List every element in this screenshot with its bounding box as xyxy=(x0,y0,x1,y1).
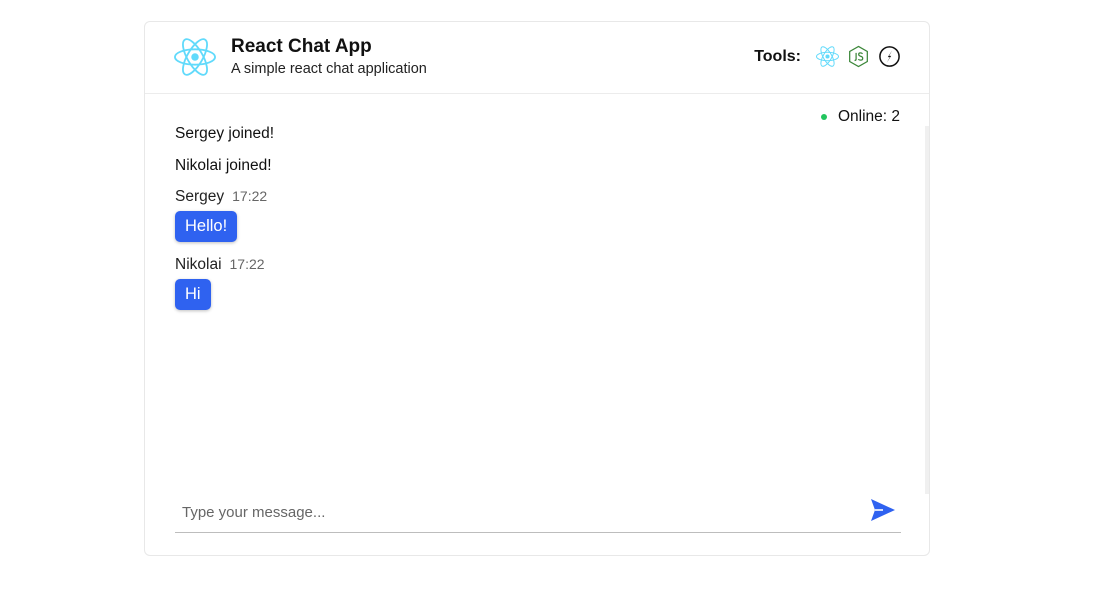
message-input[interactable] xyxy=(175,493,862,531)
messages-scrollbar[interactable] xyxy=(925,126,929,494)
message-bubble: Hello! xyxy=(175,211,238,242)
send-button[interactable] xyxy=(869,497,897,523)
message-time: 17:22 xyxy=(229,256,265,272)
message-author: Nikolai xyxy=(175,256,222,273)
chat-header: React Chat App A simple react chat appli… xyxy=(145,22,929,94)
message-header: Nikolai 17:22 xyxy=(175,256,855,278)
messages-list: Sergey joined! Nikolai joined! Sergey 17… xyxy=(175,124,855,324)
tools-bar: Tools: xyxy=(754,45,901,68)
message-author: Sergey xyxy=(175,188,225,205)
react-logo-icon xyxy=(174,38,216,76)
socketio-icon xyxy=(879,46,900,67)
chat-window: React Chat App A simple react chat appli… xyxy=(144,21,930,556)
tools-label: Tools: xyxy=(754,47,801,65)
chat-message: Nikolai 17:22 Hi xyxy=(175,256,855,310)
nodejs-icon xyxy=(849,45,868,68)
chat-message: Sergey 17:22 Hello! xyxy=(175,188,855,242)
app-title: React Chat App xyxy=(231,36,372,57)
message-bubble: Hi xyxy=(175,279,211,310)
message-time: 17:22 xyxy=(232,188,268,204)
app-subtitle: A simple react chat application xyxy=(231,61,427,77)
system-message: Nikolai joined! xyxy=(175,157,272,174)
message-header: Sergey 17:22 xyxy=(175,188,855,210)
react-icon xyxy=(816,46,839,67)
send-icon xyxy=(871,499,895,521)
system-message: Sergey joined! xyxy=(175,125,275,142)
online-dot-icon xyxy=(820,114,827,120)
message-composer xyxy=(175,493,901,533)
